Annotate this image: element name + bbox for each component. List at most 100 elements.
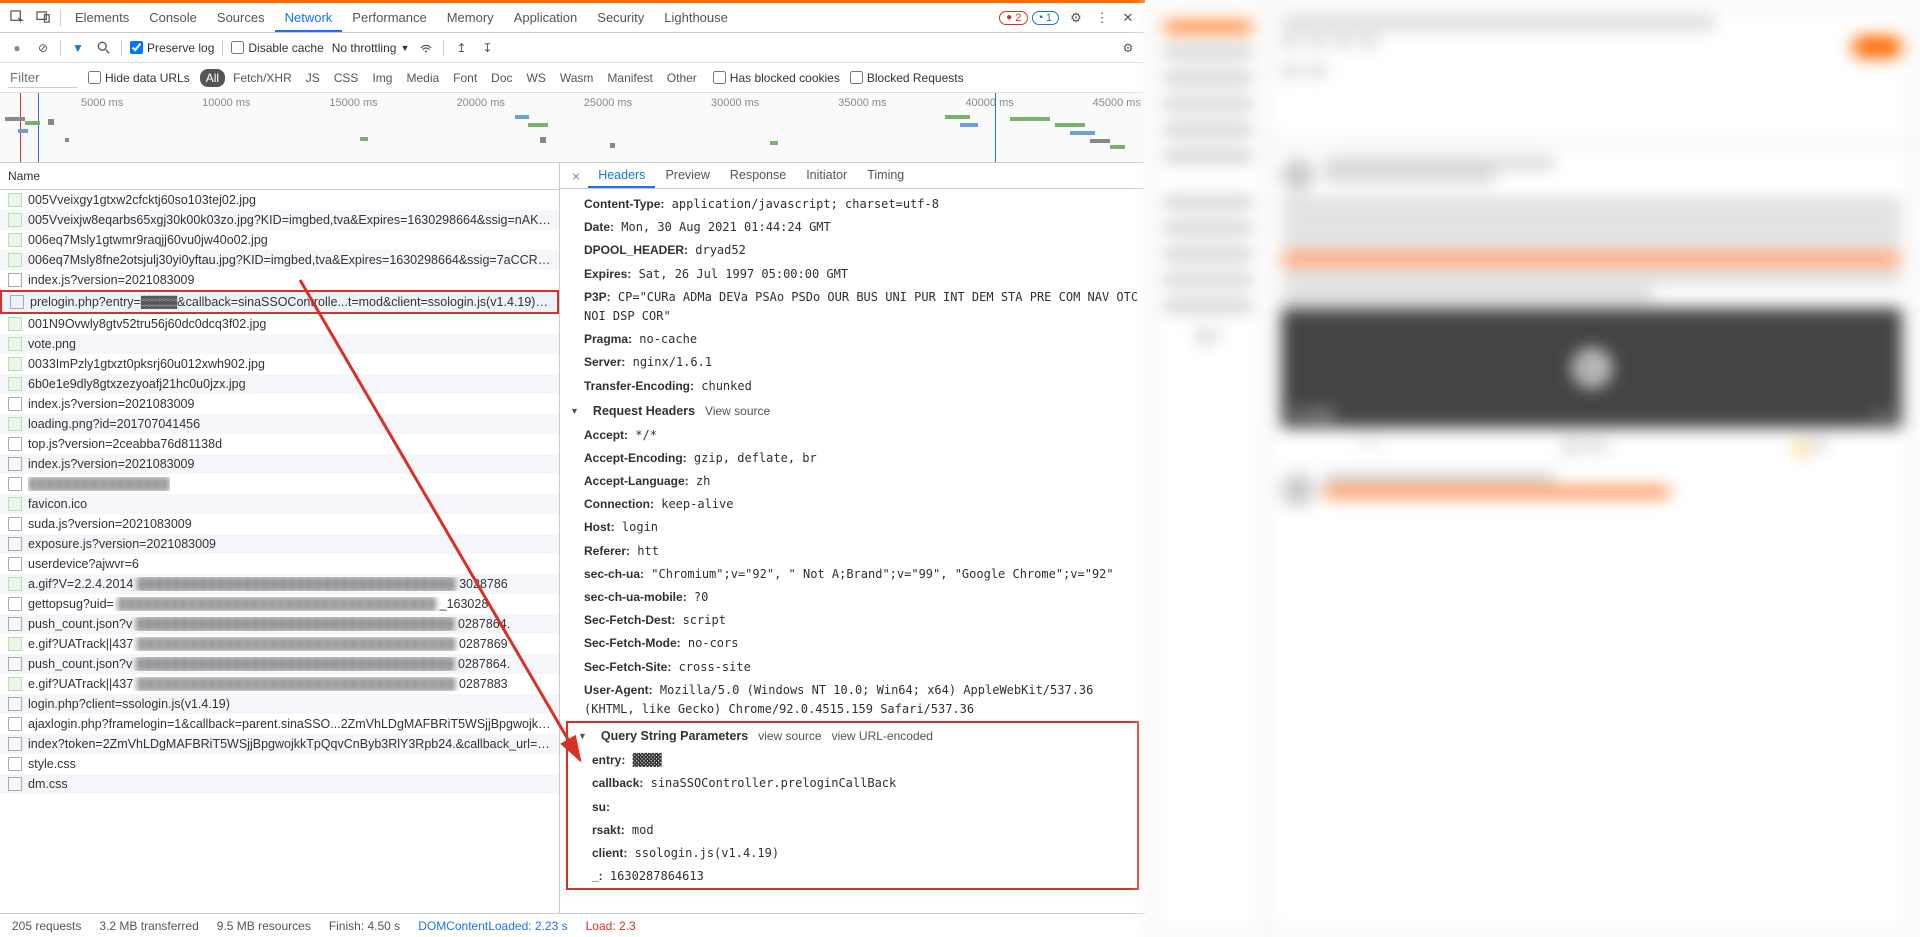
request-row[interactable]: 006eq7Msly8fne2otsjulj30yi0yftau.jpg?KID… [0,250,559,270]
tab-sources[interactable]: Sources [207,5,275,30]
finish-time: Finish: 4.50 s [329,919,400,933]
request-row[interactable]: push_count.json?v ██████████████████████… [0,654,559,674]
doc-file-icon [8,437,22,451]
close-detail-icon[interactable]: × [564,168,588,184]
request-row[interactable]: 6b0e1e9dly8gtxzezyoafj21hc0u0jzx.jpg [0,374,559,394]
request-row[interactable]: dm.css [0,774,559,794]
request-row[interactable]: ████████████████ [0,474,559,494]
disable-cache-checkbox[interactable]: Disable cache [231,41,323,55]
request-row[interactable]: e.gif?UATrack||437 █████████████████████… [0,674,559,694]
request-row[interactable]: suda.js?version=2021083009 [0,514,559,534]
request-row[interactable]: 006eq7Msly1gtwmr9raqjj60vu0jw40o02.jpg [0,230,559,250]
header-row: P3P: CP="CURa ADMa DEVa PSAo PSDo OUR BU… [560,286,1145,328]
device-icon[interactable] [34,9,52,27]
filter-manifest[interactable]: Manifest [601,69,658,87]
detail-tab-headers[interactable]: Headers [588,164,655,188]
preserve-log-checkbox[interactable]: Preserve log [130,41,214,55]
image-file-icon [8,213,22,227]
info-badge[interactable]: 1 [1032,11,1059,25]
query-string-section[interactable]: Query String Parameters view source view… [568,723,1137,749]
request-row[interactable]: top.js?version=2ceabba76d81138d [0,434,559,454]
request-row[interactable]: vote.png [0,334,559,354]
image-file-icon [8,233,22,247]
doc-file-icon [8,757,22,771]
settings-gear-icon[interactable]: ⚙ [1119,39,1137,57]
close-icon[interactable]: ✕ [1119,9,1137,27]
record-icon[interactable]: ● [8,39,26,57]
network-conditions-icon[interactable] [417,39,435,57]
request-row[interactable]: a.gif?V=2.2.4.2014 █████████████████████… [0,574,559,594]
detail-tab-initiator[interactable]: Initiator [796,164,857,188]
header-row: rsakt: mod [568,819,1137,842]
filter-js[interactable]: JS [300,69,326,87]
error-badge[interactable]: 2 [999,11,1028,25]
tab-performance[interactable]: Performance [342,5,436,30]
detail-tab-preview[interactable]: Preview [655,164,719,188]
filter-css[interactable]: CSS [328,69,365,87]
request-row[interactable]: e.gif?UATrack||437 █████████████████████… [0,634,559,654]
resources: 9.5 MB resources [217,919,311,933]
export-icon[interactable]: ↧ [478,39,496,57]
hide-urls-checkbox[interactable]: Hide data URLs [88,71,190,85]
request-row[interactable]: favicon.ico [0,494,559,514]
filter-all[interactable]: All [200,69,225,87]
tab-lighthouse[interactable]: Lighthouse [654,5,738,30]
qsp-view-source[interactable]: view source [758,729,821,743]
network-timeline[interactable]: 5000 ms10000 ms15000 ms20000 ms25000 ms3… [0,93,1145,163]
filter-ws[interactable]: WS [521,69,552,87]
request-row[interactable]: userdevice?ajwvr=6 [0,554,559,574]
request-row[interactable]: push_count.json?v ██████████████████████… [0,614,559,634]
tab-network[interactable]: Network [275,5,343,32]
throttling-select[interactable]: No throttling ▼ [332,41,410,55]
header-row: Accept-Encoding: gzip, deflate, br [560,447,1145,470]
doc-file-icon [8,397,22,411]
request-row[interactable]: 0033ImPzly1gtxzt0pksrj60u012xwh902.jpg [0,354,559,374]
qsp-view-encoded[interactable]: view URL-encoded [832,729,933,743]
request-row[interactable]: index.js?version=2021083009 [0,454,559,474]
tab-application[interactable]: Application [504,5,588,30]
gear-icon[interactable]: ⚙ [1067,9,1085,27]
blocked-cookies-checkbox[interactable]: Has blocked cookies [713,71,840,85]
tab-elements[interactable]: Elements [65,5,139,30]
background-page: 展开 ▶ 36次观看 5:13 ⇪ 1 💬 评论 [1145,0,1920,937]
detail-tab-response[interactable]: Response [720,164,796,188]
inspect-icon[interactable] [8,9,26,27]
request-row[interactable]: 005Vveixjw8eqarbs65xgj30k00k03zo.jpg?KID… [0,210,559,230]
filter-other[interactable]: Other [661,69,703,87]
name-column-header[interactable]: Name [0,163,559,190]
request-row[interactable]: exposure.js?version=2021083009 [0,534,559,554]
request-headers-section[interactable]: Request Headers View source [560,398,1145,424]
tab-console[interactable]: Console [139,5,207,30]
request-row[interactable]: 005Vveixgy1gtxw2cfcktj60so103tej02.jpg [0,190,559,210]
more-icon[interactable]: ⋮ [1093,9,1111,27]
filter-doc[interactable]: Doc [485,69,518,87]
request-row[interactable]: index.js?version=2021083009 [0,270,559,290]
header-row: sec-ch-ua-mobile: ?0 [560,586,1145,609]
filter-icon[interactable]: ▼ [69,39,87,57]
request-row[interactable]: gettopsug?uid= █████████████████████████… [0,594,559,614]
request-row[interactable]: style.css [0,754,559,774]
request-row[interactable]: index?token=2ZmVhLDgMAFBRiT5WSjjBpgwojkk… [0,734,559,754]
image-file-icon [8,677,22,691]
request-row[interactable]: prelogin.php?entry=▓▓▓▓&callback=sinaSSO… [0,290,559,314]
filter-img[interactable]: Img [366,69,398,87]
request-row[interactable]: 001N9Ovwly8gtv52tru56j60dc0dcq3f02.jpg [0,314,559,334]
request-row[interactable]: ajaxlogin.php?framelogin=1&callback=pare… [0,714,559,734]
request-row[interactable]: index.js?version=2021083009 [0,394,559,414]
filter-wasm[interactable]: Wasm [554,69,600,87]
filter-fetch-xhr[interactable]: Fetch/XHR [227,69,298,87]
clear-icon[interactable]: ⊘ [34,39,52,57]
blocked-requests-checkbox[interactable]: Blocked Requests [850,71,964,85]
filter-input[interactable] [8,68,78,88]
view-source-link[interactable]: View source [705,404,770,418]
filter-font[interactable]: Font [447,69,483,87]
request-row[interactable]: login.php?client=ssologin.js(v1.4.19) [0,694,559,714]
tab-memory[interactable]: Memory [437,5,504,30]
tab-security[interactable]: Security [587,5,654,30]
import-icon[interactable]: ↥ [452,39,470,57]
filter-media[interactable]: Media [400,69,445,87]
request-row[interactable]: loading.png?id=201707041456 [0,414,559,434]
detail-tab-timing[interactable]: Timing [857,164,914,188]
doc-file-icon [8,597,22,611]
search-icon[interactable] [95,39,113,57]
